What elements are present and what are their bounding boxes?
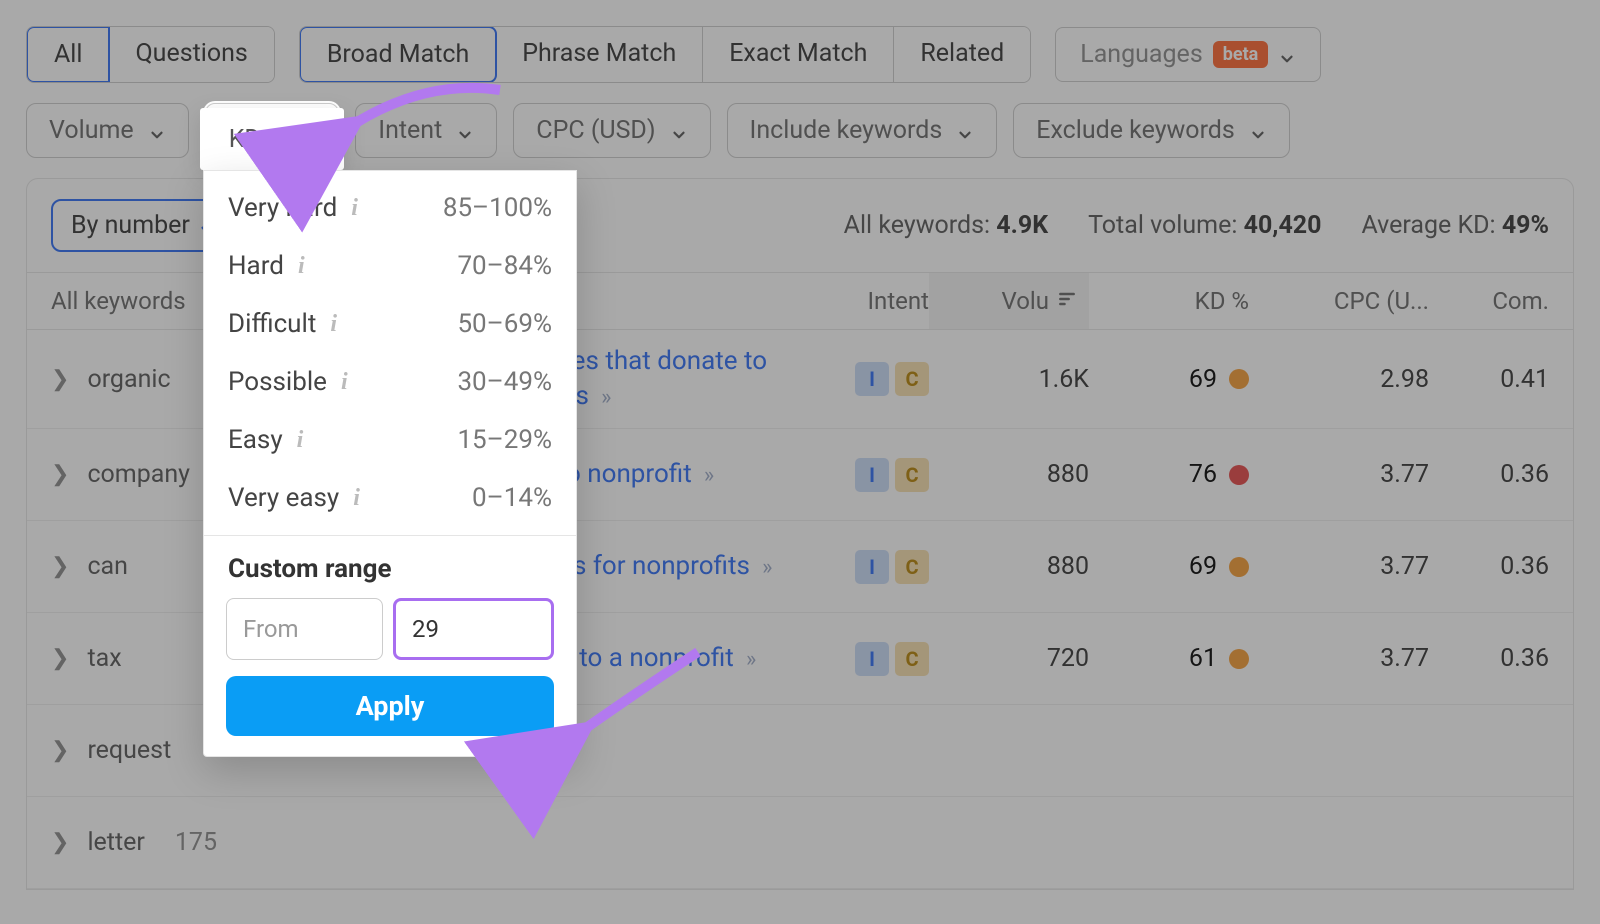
kd-option[interactable]: Very hardi85–100% — [204, 179, 576, 237]
tab-phrase-match[interactable]: Phrase Match — [496, 27, 703, 82]
filter-intent-label: Intent — [378, 116, 442, 145]
kd-value: 69 — [1089, 552, 1249, 581]
kd-dropdown: Very hardi85–100%Hardi70–84%Difficulti50… — [203, 170, 577, 757]
beta-badge: beta — [1213, 41, 1269, 68]
volume-value: 1.6K — [929, 365, 1089, 394]
col-intent[interactable]: Intent — [809, 287, 929, 315]
intent-commercial-badge: C — [895, 458, 929, 492]
filter-exclude-label: Exclude keywords — [1036, 116, 1235, 145]
tab-exact-match[interactable]: Exact Match — [703, 27, 894, 82]
filter-include-keywords[interactable]: Include keywords — [727, 103, 998, 158]
info-icon: i — [298, 253, 305, 280]
double-chevron-icon: » — [762, 555, 772, 580]
kd-difficulty-dot — [1229, 649, 1249, 669]
chevron-right-icon: ❯ — [51, 646, 69, 671]
intent-informational-badge: I — [855, 362, 889, 396]
tab-questions[interactable]: Questions — [109, 27, 273, 82]
keyword-group[interactable]: ❯letter 175 — [51, 828, 471, 857]
kd-option[interactable]: Possiblei30–49% — [204, 353, 576, 411]
tab-broad-match[interactable]: Broad Match — [299, 26, 497, 83]
kd-option[interactable]: Difficulti50–69% — [204, 295, 576, 353]
kd-value: 69 — [1089, 365, 1249, 394]
scope-tabs: All Questions — [26, 26, 275, 83]
com-value: 0.36 — [1429, 552, 1549, 581]
filter-cpc-label: CPC (USD) — [536, 116, 655, 145]
chevron-right-icon: ❯ — [51, 738, 69, 763]
chevron-right-icon: ❯ — [51, 462, 69, 487]
intent-commercial-badge: C — [895, 642, 929, 676]
languages-dropdown[interactable]: Languages beta — [1055, 27, 1321, 82]
filter-include-label: Include keywords — [750, 116, 943, 145]
chevron-right-icon: ❯ — [51, 367, 69, 392]
chevron-down-icon — [956, 122, 974, 140]
chevron-right-icon: ❯ — [51, 830, 69, 855]
cpc-value: 2.98 — [1249, 365, 1429, 394]
filter-intent[interactable]: Intent — [355, 103, 497, 158]
filter-volume-label: Volume — [49, 116, 134, 145]
col-volume[interactable]: Volu — [929, 273, 1089, 329]
tab-all[interactable]: All — [26, 26, 110, 83]
chevron-down-icon — [297, 130, 315, 148]
com-value: 0.41 — [1429, 365, 1549, 394]
chevron-down-icon — [148, 122, 166, 140]
info-icon: i — [353, 485, 360, 512]
col-cpc[interactable]: CPC (U... — [1249, 287, 1429, 315]
double-chevron-icon: » — [704, 463, 714, 488]
double-chevron-icon: » — [601, 385, 611, 410]
info-icon: i — [297, 427, 304, 454]
intent-cell: IC — [809, 642, 929, 676]
custom-range-title: Custom range — [204, 550, 576, 598]
chevron-down-icon — [670, 122, 688, 140]
col-com[interactable]: Com. — [1429, 287, 1549, 315]
info-icon: i — [341, 369, 348, 396]
double-chevron-icon: » — [746, 647, 756, 672]
table-row: ❯letter 175 — [27, 797, 1573, 889]
cpc-value: 3.77 — [1249, 644, 1429, 673]
intent-cell: IC — [809, 362, 929, 396]
cpc-value: 3.77 — [1249, 552, 1429, 581]
tab-related[interactable]: Related — [894, 27, 1030, 82]
intent-commercial-badge: C — [895, 362, 929, 396]
kd-value: 61 — [1089, 644, 1249, 673]
languages-label: Languages — [1080, 40, 1203, 69]
intent-informational-badge: I — [855, 550, 889, 584]
chevron-down-icon — [456, 122, 474, 140]
intent-informational-badge: I — [855, 458, 889, 492]
volume-value: 880 — [929, 460, 1089, 489]
chevron-down-icon — [1278, 46, 1296, 64]
filter-cpc[interactable]: CPC (USD) — [513, 103, 710, 158]
custom-range-to-input[interactable] — [393, 598, 554, 660]
intent-cell: IC — [809, 550, 929, 584]
kd-difficulty-dot — [1229, 465, 1249, 485]
kd-option[interactable]: Hardi70–84% — [204, 237, 576, 295]
cpc-value: 3.77 — [1249, 460, 1429, 489]
intent-commercial-badge: C — [895, 550, 929, 584]
chevron-right-icon: ❯ — [51, 554, 69, 579]
volume-value: 720 — [929, 644, 1089, 673]
filter-volume[interactable]: Volume — [26, 103, 189, 158]
chevron-down-icon — [1249, 122, 1267, 140]
sort-desc-icon — [1057, 287, 1077, 315]
info-icon: i — [351, 195, 358, 222]
volume-value: 880 — [929, 552, 1089, 581]
custom-range-from-input[interactable] — [226, 598, 383, 660]
kd-difficulty-dot — [1229, 369, 1249, 389]
intent-informational-badge: I — [855, 642, 889, 676]
match-tabs: Broad Match Phrase Match Exact Match Rel… — [299, 26, 1031, 83]
kd-option[interactable]: Easyi15–29% — [204, 411, 576, 469]
stat-all-keywords: All keywords: 4.9K Total volume: 40,420 … — [844, 211, 1549, 240]
kd-value: 76 — [1089, 460, 1249, 489]
kd-difficulty-dot — [1229, 557, 1249, 577]
col-kd[interactable]: KD % — [1089, 287, 1249, 315]
apply-button[interactable]: Apply — [226, 676, 554, 736]
com-value: 0.36 — [1429, 460, 1549, 489]
com-value: 0.36 — [1429, 644, 1549, 673]
filter-exclude-keywords[interactable]: Exclude keywords — [1013, 103, 1290, 158]
filter-kd-spotlight[interactable]: KD % — [200, 108, 344, 170]
info-icon: i — [330, 311, 337, 338]
intent-cell: IC — [809, 458, 929, 492]
kd-option[interactable]: Very easyi0–14% — [204, 469, 576, 527]
